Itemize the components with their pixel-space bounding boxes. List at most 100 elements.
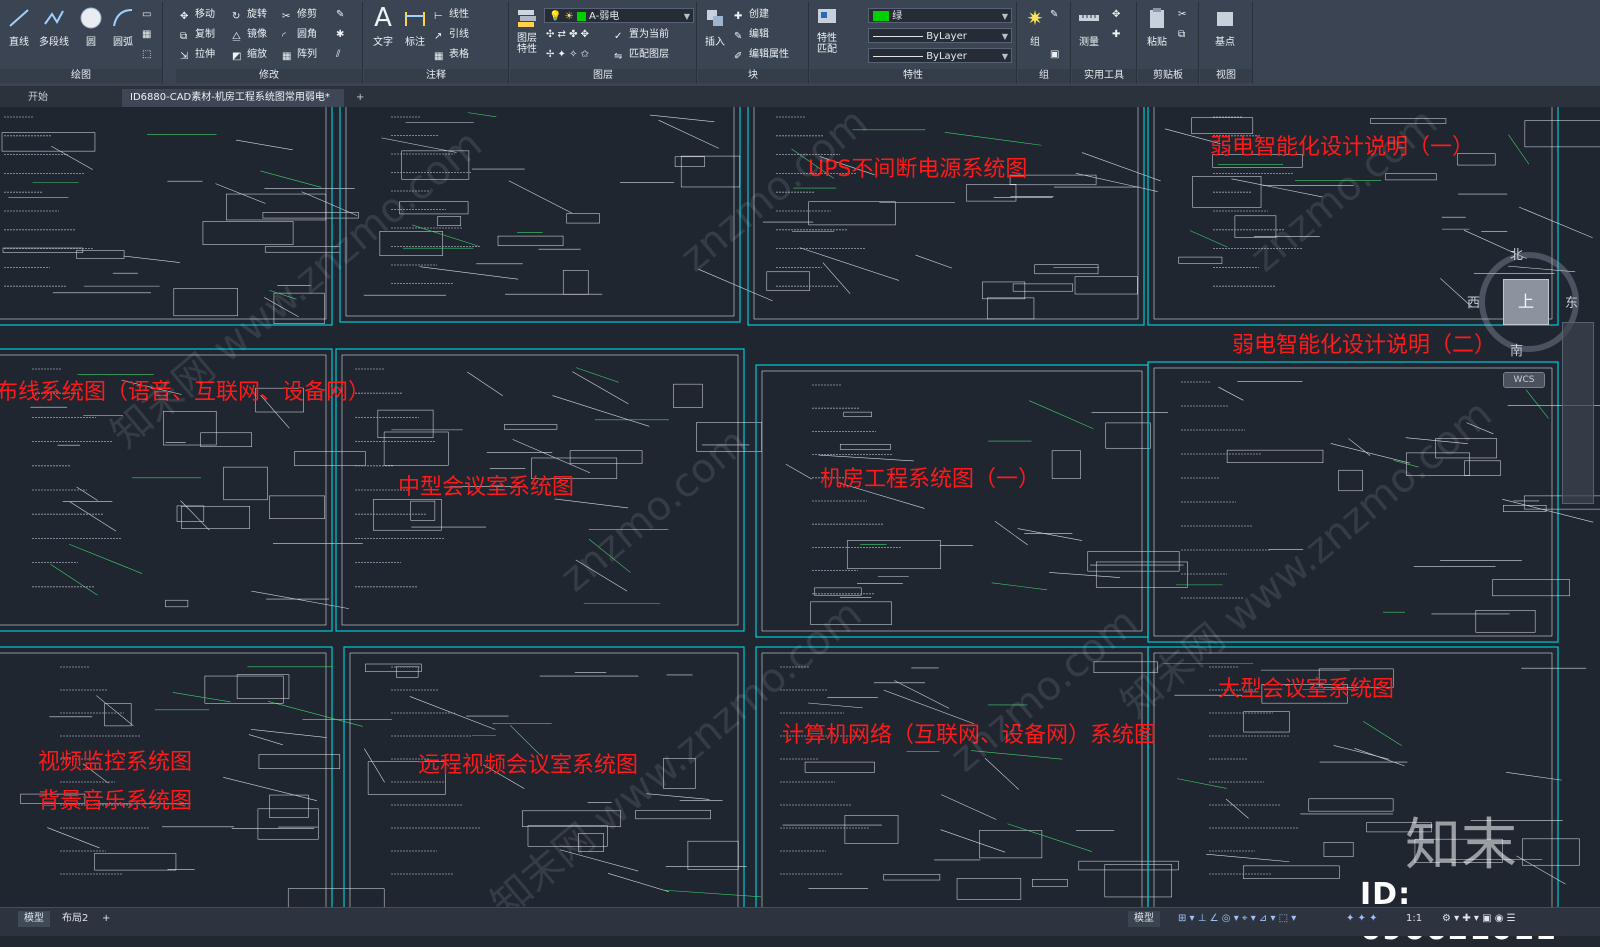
group-edit-icon[interactable]: ✎ xyxy=(1050,6,1058,24)
erase-icon[interactable]: ✎ xyxy=(336,6,344,24)
array-button[interactable]: ▦ 阵列 xyxy=(282,46,317,64)
cad-linework xyxy=(572,371,629,405)
polyline-button[interactable]: 多段线 xyxy=(36,6,72,48)
mirror-button[interactable]: ⧋ 镜像 xyxy=(232,26,267,44)
rotate-button[interactable]: ↻ 旋转 xyxy=(232,6,267,24)
cad-linework xyxy=(569,450,643,464)
viewcube-top-face[interactable]: 上 xyxy=(1503,279,1549,325)
panel-title-groups[interactable]: 组 xyxy=(1018,69,1070,83)
cut-icon[interactable]: ✂ xyxy=(1178,6,1186,24)
west-label[interactable]: 西 xyxy=(1467,292,1480,311)
tab-layout2[interactable]: 布局2 xyxy=(56,911,94,927)
hatch-icon[interactable]: ▦ xyxy=(142,26,151,44)
fillet-button[interactable]: ◜ 圆角 xyxy=(282,26,317,44)
offset-icon[interactable]: ⫽ xyxy=(336,46,340,64)
match-layer-icon: ⇋ xyxy=(614,51,623,62)
linetype-dropdown[interactable]: ByLayer ▼ xyxy=(868,28,1012,43)
boundary-icon[interactable]: ⬚ xyxy=(142,46,151,64)
layer-tools-row2[interactable]: ✢ ✦ ✧ ✩ xyxy=(546,46,589,64)
match-layer-button[interactable]: ⇋ 匹配图层 xyxy=(614,46,669,64)
status-tools[interactable]: ⊞ ▾ ⊥ ∠ ◎ ▾ ⌖ ▾ ⊿ ▾ ⬚ ▾ xyxy=(1172,911,1302,927)
sheet-border xyxy=(761,652,1143,907)
wcs-menu[interactable]: WCS xyxy=(1503,372,1545,388)
panel-title-draw[interactable]: 绘图 xyxy=(0,69,162,83)
panel-annotation: A 文字 标注 ⊢ 线性 ↗ 引线 ▦ 表格 注释 xyxy=(364,2,509,84)
cad-linework xyxy=(1243,711,1290,733)
create-block-button[interactable]: ✚ 创建 xyxy=(734,6,769,24)
chevron-down-icon: ▼ xyxy=(1001,52,1008,61)
base-point-button[interactable]: 基点 xyxy=(1210,6,1240,48)
panel-title-layers[interactable]: 图层 xyxy=(510,69,696,83)
cad-linework xyxy=(1475,610,1536,633)
arc-button[interactable]: 圆弧 xyxy=(108,6,138,48)
scale-button[interactable]: ◩ 缩放 xyxy=(232,46,267,64)
rectangle-icon[interactable]: ▭ xyxy=(142,6,151,24)
brand-watermark: 知末 xyxy=(1405,813,1517,878)
model-space-button[interactable]: 模型 xyxy=(1128,911,1160,927)
copy-clip-icon[interactable]: ⧉ xyxy=(1178,26,1185,44)
panel-title-utilities[interactable]: 实用工具 xyxy=(1072,69,1136,83)
south-label[interactable]: 南 xyxy=(1510,340,1523,359)
cad-linework xyxy=(1105,422,1151,449)
cad-linework xyxy=(607,873,669,892)
leader-button[interactable]: ↗ 引线 xyxy=(434,26,469,44)
match-properties-icon xyxy=(818,9,836,23)
layer-properties-button[interactable]: 图层 特性 xyxy=(512,6,542,55)
navigation-bar[interactable] xyxy=(1562,322,1594,504)
cad-linework xyxy=(204,675,284,704)
layer-dropdown[interactable]: 💡 ☀ A-弱电 ▼ xyxy=(544,8,694,23)
tab-start[interactable]: 开始 xyxy=(20,89,120,107)
tab-model[interactable]: 模型 xyxy=(18,911,50,927)
circle-button[interactable]: 圆 xyxy=(76,6,106,48)
cad-linework xyxy=(69,544,143,574)
group-select-icon[interactable]: ▣ xyxy=(1050,46,1059,64)
panel-title-view[interactable]: 视图 xyxy=(1200,69,1252,83)
north-label[interactable]: 北 xyxy=(1510,244,1523,263)
cad-linework xyxy=(202,221,294,245)
east-label[interactable]: 东 xyxy=(1565,292,1578,311)
tab-drawing[interactable]: ID6880-CAD素材-机房工程系统图常用弱电* ✕ xyxy=(122,89,344,121)
status-settings-icons[interactable]: ⚙ ▾ ✚ ▾ ▣ ◉ ☰ xyxy=(1436,911,1522,927)
insert-button[interactable]: 插入 xyxy=(700,6,730,48)
stretch-button[interactable]: ⇲ 拉伸 xyxy=(180,46,215,64)
cad-linework xyxy=(257,808,319,840)
cad-linework xyxy=(1087,551,1180,572)
text-button[interactable]: A 文字 xyxy=(368,5,398,48)
point-icon[interactable]: ✚ xyxy=(1112,26,1120,44)
panel-title-annotation[interactable]: 注释 xyxy=(364,69,508,83)
lineweight-dropdown[interactable]: ByLayer ▼ xyxy=(868,48,1012,63)
line-icon xyxy=(9,9,29,27)
edit-block-button[interactable]: ✎ 编辑 xyxy=(734,26,769,44)
copy-button[interactable]: ⧉ 复制 xyxy=(180,26,215,44)
panel-layers: 图层 特性 💡 ☀ A-弱电 ▼ ✣ ⇄ ✤ ✥ ✓ 置为当前 ✢ ✦ ✧ ✩ ⇋… xyxy=(510,2,697,84)
annotation-scale[interactable]: 1:1 xyxy=(1400,911,1428,927)
line-button[interactable]: 直线 xyxy=(4,6,34,48)
panel-title-properties[interactable]: 特性 xyxy=(810,69,1016,83)
cad-linework xyxy=(383,431,449,466)
group-button[interactable]: ✷ 组 xyxy=(1020,6,1050,48)
new-tab-icon[interactable]: + xyxy=(348,89,372,107)
make-current-button[interactable]: ✓ 置为当前 xyxy=(614,26,669,44)
color-dropdown[interactable]: 绿 ▼ xyxy=(868,8,1012,23)
quick-select-icon[interactable]: ✥ xyxy=(1112,6,1120,24)
match-properties-button[interactable]: 特性 匹配 xyxy=(812,6,842,55)
cad-linework xyxy=(251,729,327,738)
measure-button[interactable]: 测量 xyxy=(1074,6,1104,48)
cad-linework xyxy=(180,500,210,531)
trim-button[interactable]: ✂ 修剪 xyxy=(282,6,317,24)
panel-title-modify[interactable]: 修改 xyxy=(176,69,362,83)
move-button[interactable]: ✥ 移动 xyxy=(180,6,215,24)
paste-button[interactable]: 粘贴 xyxy=(1142,6,1172,48)
add-layout-icon[interactable]: + xyxy=(96,911,116,927)
panel-title-block[interactable]: 块 xyxy=(698,69,808,83)
table-button[interactable]: ▦ 表格 xyxy=(434,46,469,64)
panel-title-clipboard[interactable]: 剪贴板 xyxy=(1138,69,1198,83)
layer-tools-row1[interactable]: ✣ ⇄ ✤ ✥ xyxy=(546,26,589,44)
explode-icon[interactable]: ✱ xyxy=(336,26,344,44)
annotation-tools[interactable]: ✦ ✦ ✦ xyxy=(1340,911,1384,927)
edit-attributes-button[interactable]: ✐ 编辑属性 xyxy=(734,46,789,64)
dimension-button[interactable]: 标注 xyxy=(400,6,430,48)
drawing-canvas[interactable]: UPS不间断电源系统图 弱电智能化设计说明（一） 弱电智能化设计说明（二） 布线… xyxy=(0,107,1600,907)
cad-linework xyxy=(267,701,363,727)
linear-dim-button[interactable]: ⊢ 线性 xyxy=(434,6,469,24)
